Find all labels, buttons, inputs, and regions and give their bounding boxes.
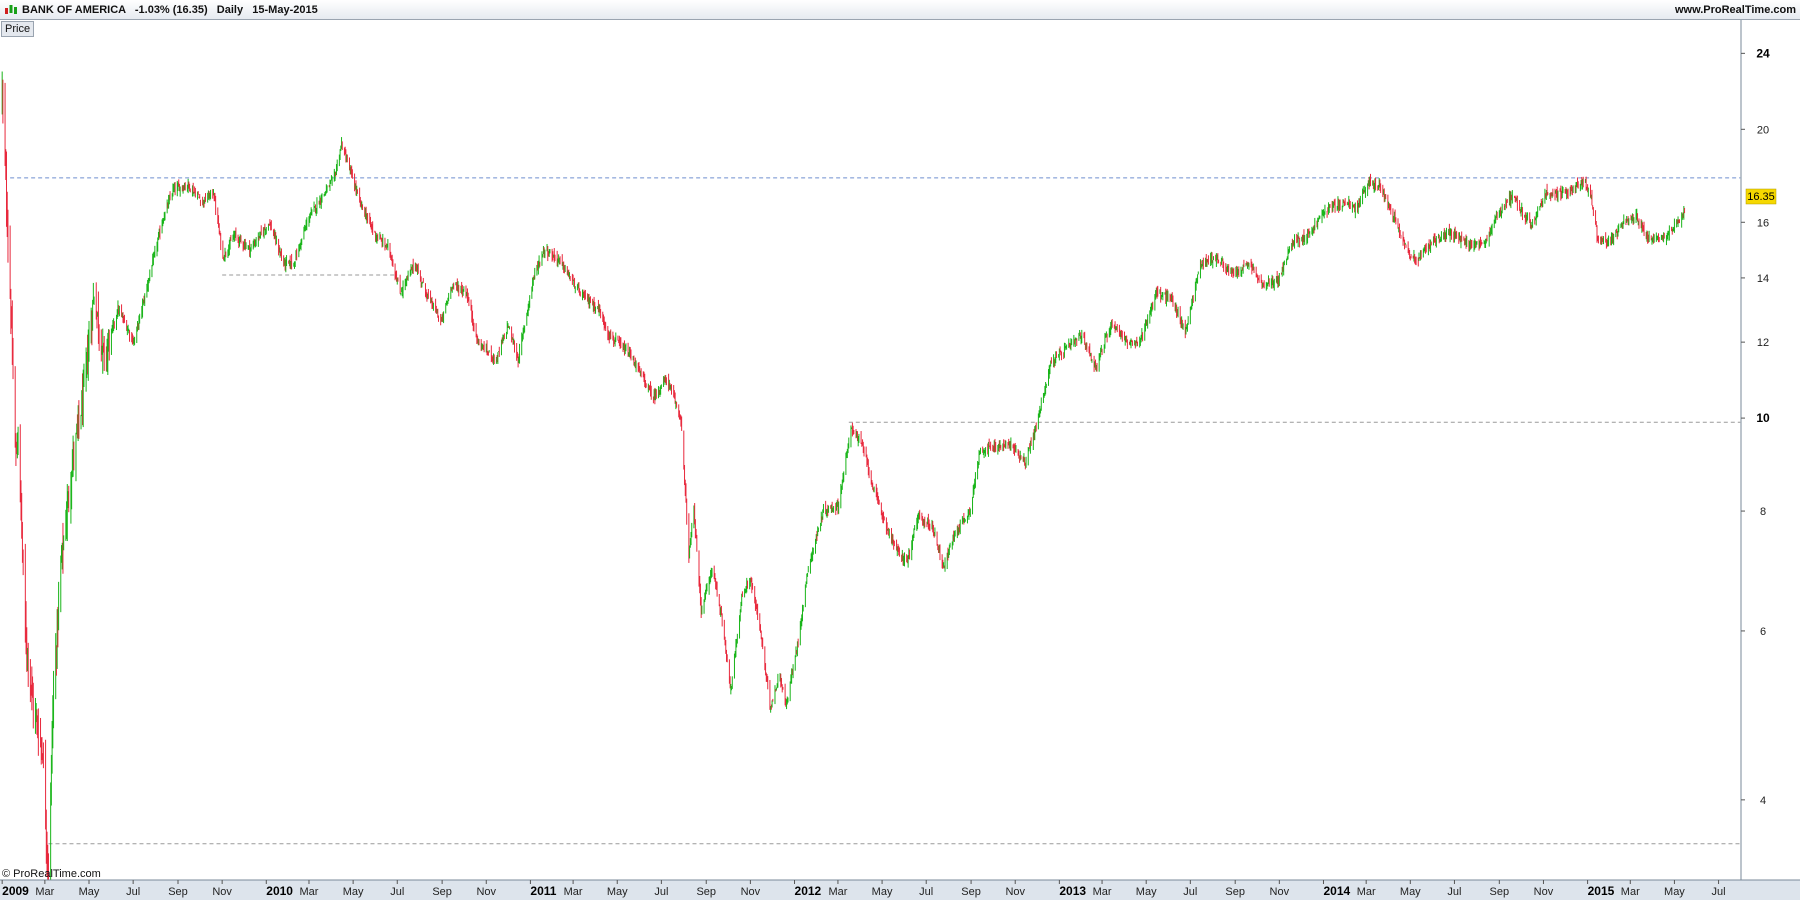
x-tick-label: 2015 — [1588, 884, 1615, 898]
x-tick-label: Nov — [741, 886, 761, 898]
x-tick-label: Nov — [476, 886, 496, 898]
y-axis-panel — [1741, 20, 1800, 880]
x-tick-label: Mar — [1621, 886, 1640, 898]
last-price-marker: 16.35 — [1745, 188, 1777, 205]
x-tick-label: Nov — [1005, 886, 1025, 898]
x-tick-label: Jul — [390, 886, 404, 898]
x-tick-label: Jul — [919, 886, 933, 898]
x-tick-label: Jul — [654, 886, 668, 898]
x-tick-label: 2011 — [530, 884, 556, 898]
y-tick-label: 6 — [1760, 626, 1766, 638]
x-tick-label: 2014 — [1323, 884, 1350, 898]
x-tick-label: Nov — [212, 886, 232, 898]
x-tick-label: Nov — [1270, 886, 1290, 898]
x-tick-label: Sep — [1225, 886, 1245, 898]
price-panel-tab[interactable]: Price — [1, 21, 35, 37]
x-tick-label: Mar — [1093, 886, 1112, 898]
x-tick-label: May — [1136, 886, 1157, 898]
x-tick-label: May — [343, 886, 364, 898]
y-tick-label: 16 — [1757, 217, 1769, 229]
instrument-name: BANK OF AMERICA — [22, 4, 126, 16]
price-change: -1.03% (16.35) — [134, 4, 208, 16]
x-tick-label: Sep — [1490, 886, 1510, 898]
x-tick-label: Mar — [300, 886, 319, 898]
x-tick-label: Mar — [1357, 886, 1376, 898]
website-link[interactable]: www.ProRealTime.com — [1675, 4, 1796, 16]
plot-area — [0, 20, 1741, 880]
x-tick-label: May — [607, 886, 628, 898]
x-tick-label: Mar — [35, 886, 54, 898]
x-tick-label: Jul — [126, 886, 140, 898]
y-tick-label: 24 — [1756, 46, 1770, 60]
x-tick-label: Jul — [1183, 886, 1197, 898]
y-tick-label: 20 — [1757, 124, 1769, 136]
x-tick-label: Sep — [168, 886, 188, 898]
period-label: Daily — [216, 4, 244, 16]
x-tick-label: Sep — [432, 886, 452, 898]
x-tick-label: 2013 — [1059, 884, 1086, 898]
x-tick-label: May — [1664, 886, 1685, 898]
x-tick-label: May — [1400, 886, 1421, 898]
x-tick-label: May — [872, 886, 893, 898]
y-tick-label: 8 — [1760, 506, 1766, 518]
x-tick-label: 2010 — [266, 884, 293, 898]
x-tick-label: Jul — [1447, 886, 1461, 898]
x-tick-label: Mar — [564, 886, 583, 898]
copyright-text: © ProRealTime.com — [2, 868, 101, 880]
x-tick-label: May — [79, 886, 100, 898]
y-tick-label: 4 — [1760, 795, 1766, 807]
x-tick-label: 2009 — [2, 884, 29, 898]
x-tick-label: Mar — [828, 886, 847, 898]
y-tick-label: 10 — [1756, 411, 1770, 425]
x-tick-label: Nov — [1534, 886, 1554, 898]
y-tick-label: 14 — [1757, 273, 1769, 285]
last-price-label: 16.35 — [1747, 191, 1775, 203]
chart-title: BANK OF AMERICA -1.03% (16.35) Daily 15-… — [22, 4, 318, 16]
x-tick-label: Jul — [1712, 886, 1726, 898]
candlestick-app-icon — [5, 5, 17, 14]
price-chart[interactable]: 24 20 16 14 12 10 8 6 4 2009 Mar May Jul Sep Nov 2010 M… — [0, 20, 1800, 900]
chart-header: BANK OF AMERICA -1.03% (16.35) Daily 15-… — [0, 0, 1800, 20]
y-tick-label: 12 — [1757, 337, 1769, 349]
x-tick-label: Sep — [696, 886, 716, 898]
x-tick-label: 2012 — [795, 884, 822, 898]
date-label: 15-May-2015 — [252, 4, 318, 16]
x-tick-label: Sep — [961, 886, 981, 898]
